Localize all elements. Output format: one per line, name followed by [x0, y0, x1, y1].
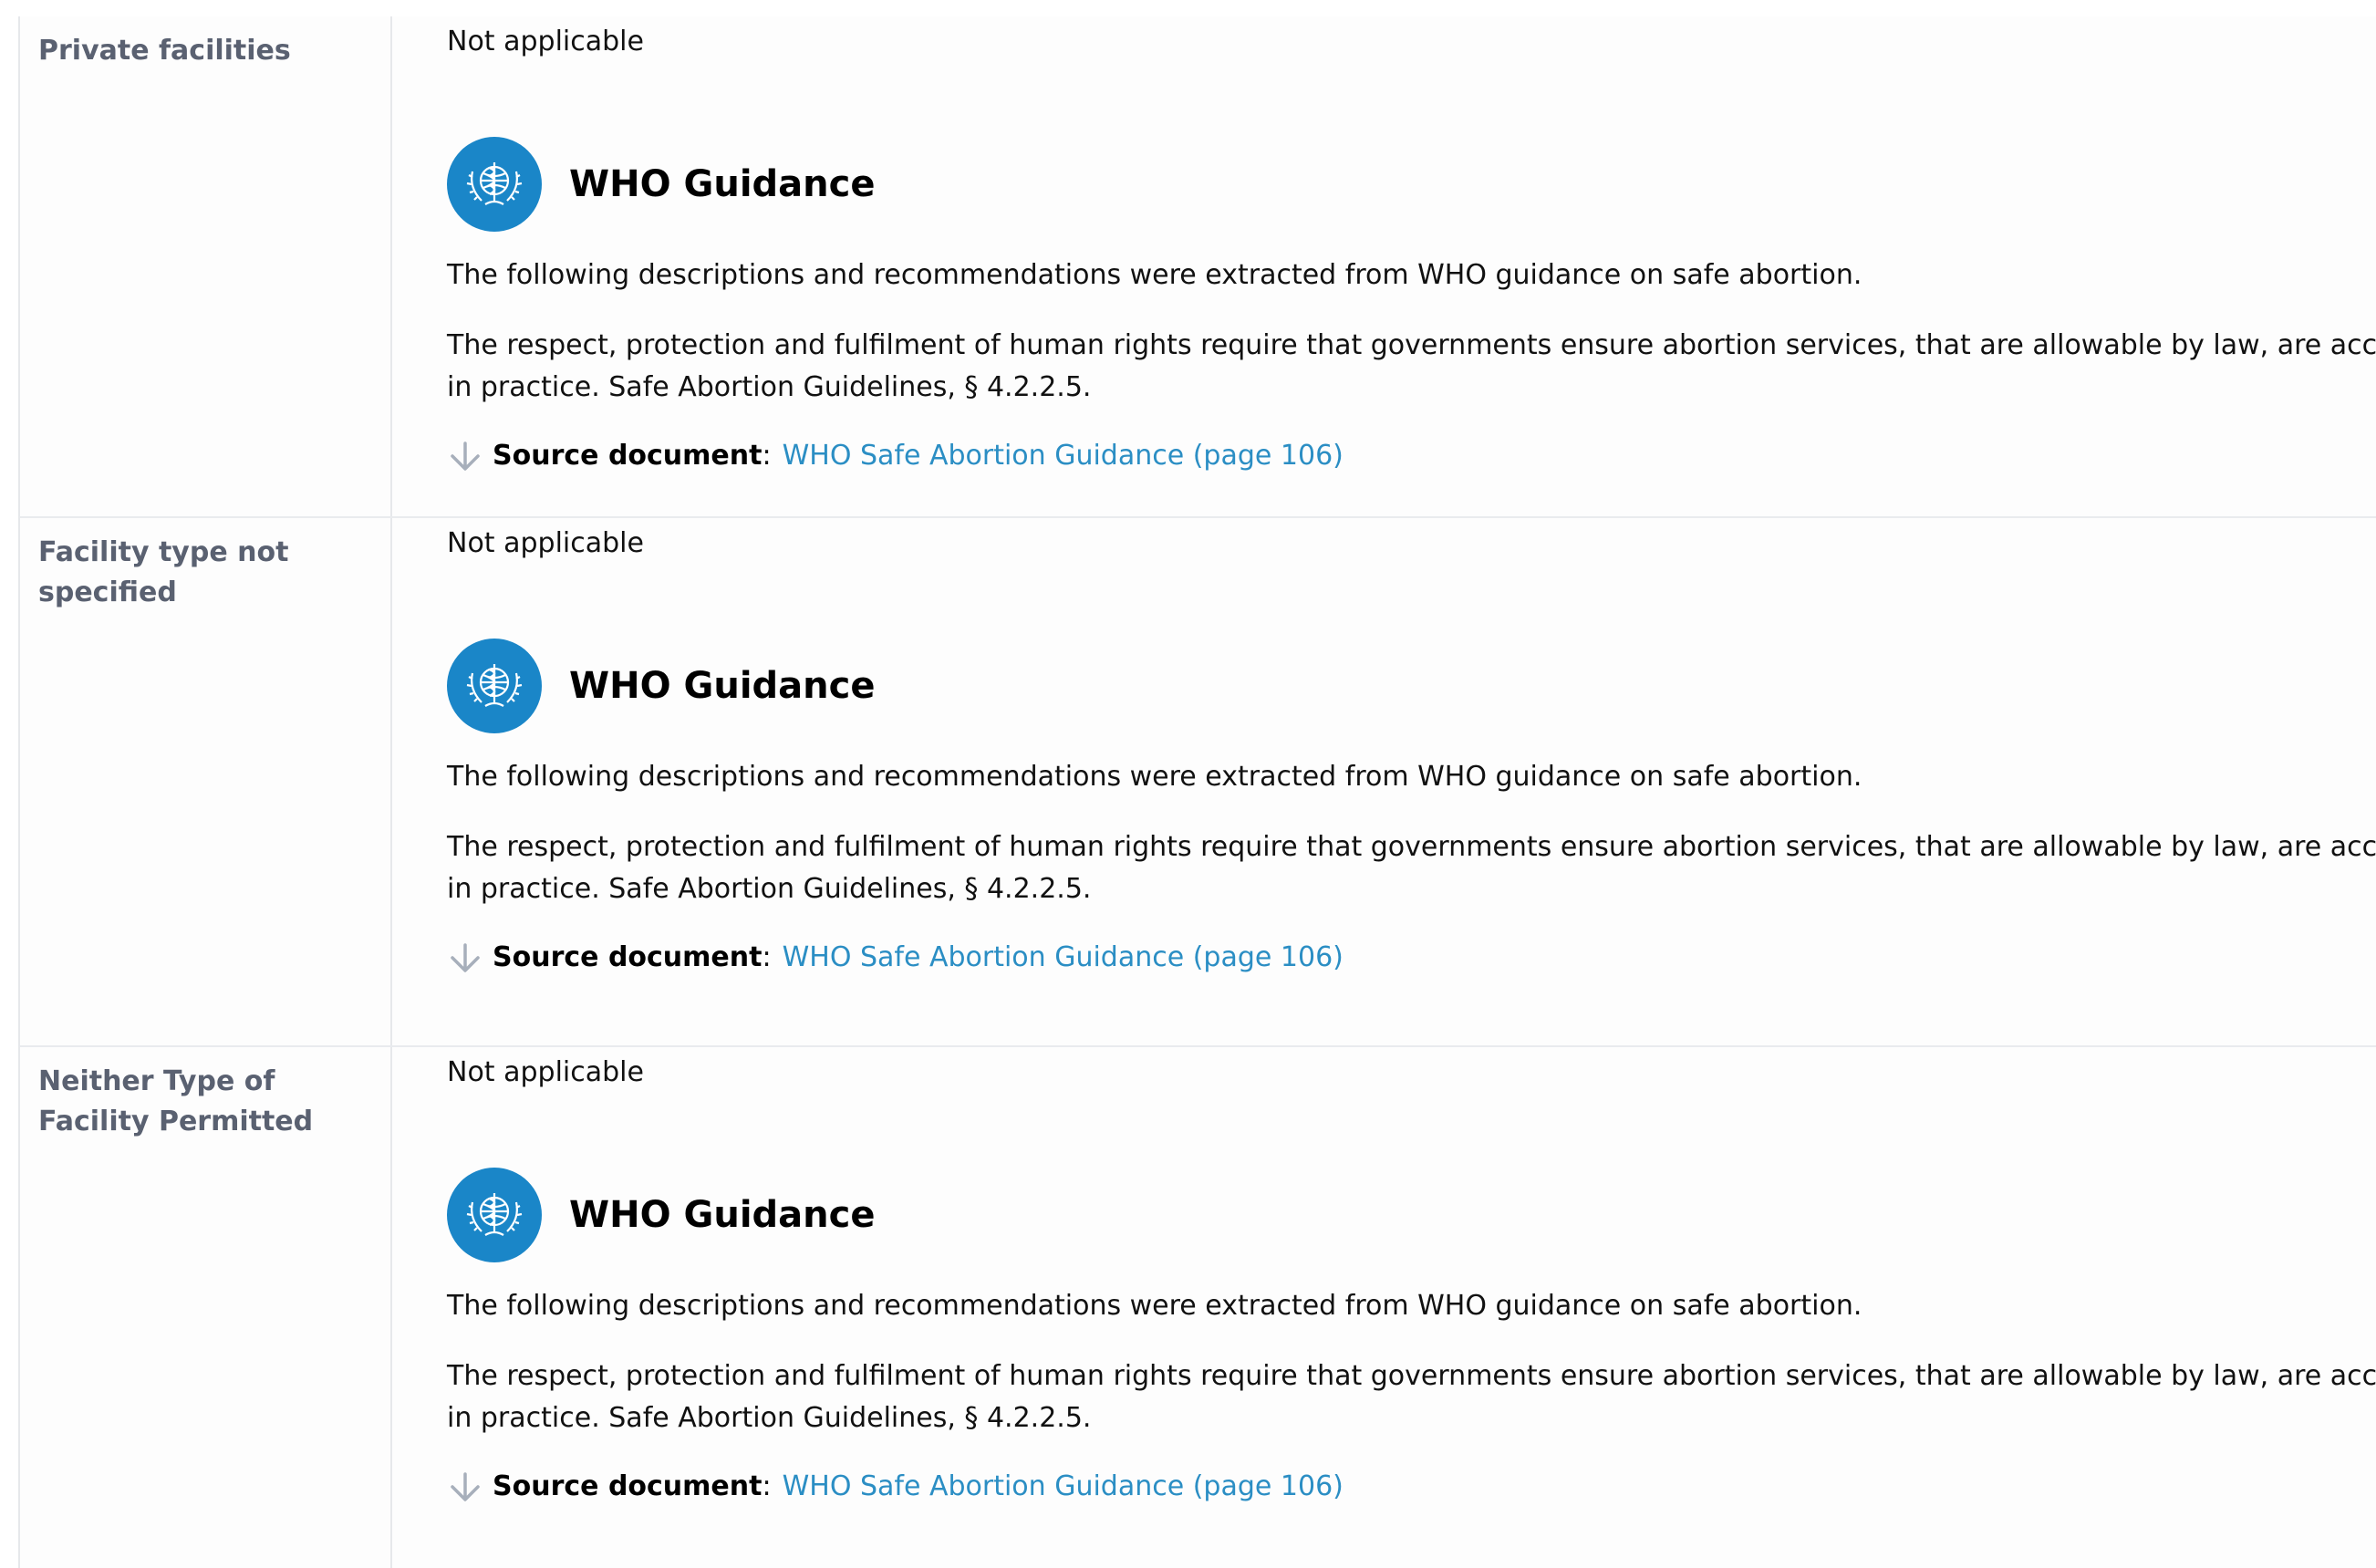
arrow-down-icon	[447, 1469, 483, 1505]
arrow-down-icon	[447, 438, 483, 474]
who-emblem-icon	[447, 639, 542, 733]
guidance-quote: The respect, protection and fulfilment o…	[447, 831, 2376, 905]
guidance-quote: The respect, protection and fulfilment o…	[447, 329, 2376, 403]
row-label-cell: Neither Type of Facility Permitted	[20, 1047, 392, 1568]
row-label: Private facilities	[38, 35, 291, 67]
who-guidance-header: WHO Guidance	[447, 137, 2376, 232]
source-label: Source document	[493, 440, 763, 472]
source-document: Source document: WHO Safe Abortion Guida…	[447, 936, 2376, 980]
who-guidance-header: WHO Guidance	[447, 639, 2376, 733]
source-document-link[interactable]: WHO Safe Abortion Guidance (page 106)	[783, 938, 1344, 978]
status-text: Not applicable	[447, 1056, 644, 1088]
table-row: Neither Type of Facility Permitted Not a…	[20, 1047, 2376, 1568]
table-row: Facility type not specified Not applicab…	[20, 518, 2376, 1047]
source-document: Source document: WHO Safe Abortion Guida…	[447, 1465, 2376, 1509]
guidance-intro: The following descriptions and recommend…	[447, 761, 1862, 793]
source-label: Source document	[493, 941, 763, 973]
source-document-link[interactable]: WHO Safe Abortion Guidance (page 106)	[783, 436, 1344, 476]
status-text: Not applicable	[447, 527, 644, 559]
row-content-cell: Not applicable WHO Guidance The followin…	[392, 518, 2376, 1045]
table-row: Private facilities Not applicable WHO Gu…	[20, 16, 2376, 518]
source-label: Source document	[493, 1470, 763, 1502]
who-guidance-header: WHO Guidance	[447, 1168, 2376, 1262]
source-document: Source document: WHO Safe Abortion Guida…	[447, 434, 2376, 478]
row-label: Neither Type of Facility Permitted	[38, 1065, 314, 1137]
source-document-link[interactable]: WHO Safe Abortion Guidance (page 106)	[783, 1467, 1344, 1507]
arrow-down-icon	[447, 940, 483, 976]
source-colon: :	[762, 941, 772, 973]
guidance-quote: The respect, protection and fulfilment o…	[447, 1360, 2376, 1434]
guidance-intro: The following descriptions and recommend…	[447, 1290, 1862, 1322]
guidance-title: WHO Guidance	[569, 665, 876, 707]
row-content-cell: Not applicable WHO Guidance The followin…	[392, 16, 2376, 516]
source-colon: :	[762, 440, 772, 472]
guidance-title: WHO Guidance	[569, 1194, 876, 1236]
who-emblem-icon	[447, 1168, 542, 1262]
who-emblem-icon	[447, 137, 542, 232]
source-colon: :	[762, 1470, 772, 1502]
guidance-title: WHO Guidance	[569, 163, 876, 205]
guidance-intro: The following descriptions and recommend…	[447, 259, 1862, 291]
row-label: Facility type not specified	[38, 536, 289, 608]
row-label-cell: Facility type not specified	[20, 518, 392, 1045]
row-label-cell: Private facilities	[20, 16, 392, 516]
facility-guidance-table: Private facilities Not applicable WHO Gu…	[18, 16, 2376, 1568]
status-text: Not applicable	[447, 26, 644, 57]
row-content-cell: Not applicable WHO Guidance The followin…	[392, 1047, 2376, 1568]
